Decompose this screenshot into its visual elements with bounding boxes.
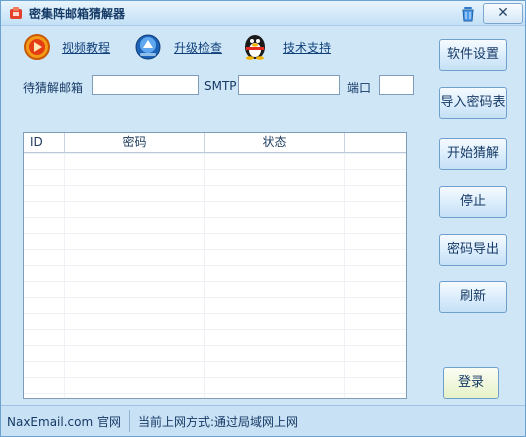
email-label: 待猜解邮箱 xyxy=(23,81,84,95)
link-tech-support[interactable]: 技术支持 xyxy=(283,39,331,56)
network-status: 当前上网方式:通过局域网上网 xyxy=(138,415,299,429)
upgrade-icon[interactable] xyxy=(134,33,162,61)
column-header-password[interactable]: 密码 xyxy=(65,133,205,152)
stop-button[interactable]: 停止 xyxy=(439,186,507,218)
export-passwords-button[interactable]: 密码导出 xyxy=(439,234,507,266)
qq-penguin-icon[interactable] xyxy=(241,32,269,60)
status-divider xyxy=(129,410,130,432)
column-divider xyxy=(344,153,345,398)
smtp-label: SMTP xyxy=(204,79,237,93)
smtp-input[interactable] xyxy=(238,75,340,95)
column-divider xyxy=(204,153,205,398)
column-header-extra[interactable] xyxy=(345,133,405,152)
trash-icon[interactable] xyxy=(459,5,477,23)
column-divider xyxy=(64,153,65,398)
software-settings-button[interactable]: 软件设置 xyxy=(439,39,507,71)
column-header-id[interactable]: ID xyxy=(24,133,65,152)
table-body xyxy=(24,153,406,398)
password-table[interactable]: ID 密码 状态 xyxy=(23,132,407,399)
table-header: ID 密码 状态 xyxy=(24,133,406,153)
site-link[interactable]: NaxEmail.com 官网 xyxy=(7,413,121,430)
close-button[interactable]: ✕ xyxy=(483,3,523,24)
column-header-status[interactable]: 状态 xyxy=(205,133,345,152)
title-bar: 密集阵邮箱猜解器 ✕ xyxy=(1,1,525,26)
app-window: 密集阵邮箱猜解器 ✕ 视频教程 升级检查 技术支持 待猜解邮箱 SMTP 端口 … xyxy=(0,0,526,437)
port-label: 端口 xyxy=(347,81,372,95)
start-crack-button[interactable]: 开始猜解 xyxy=(439,138,507,170)
login-button[interactable]: 登录 xyxy=(443,367,499,399)
port-input[interactable] xyxy=(379,75,414,95)
window-title: 密集阵邮箱猜解器 xyxy=(29,7,126,21)
app-icon xyxy=(10,7,22,19)
status-bar: NaxEmail.com 官网 当前上网方式:通过局域网上网 xyxy=(1,405,525,436)
play-icon[interactable] xyxy=(23,33,51,61)
link-upgrade-check[interactable]: 升级检查 xyxy=(174,39,222,56)
email-input[interactable] xyxy=(92,75,199,95)
link-video-tutorial[interactable]: 视频教程 xyxy=(62,39,110,56)
refresh-button[interactable]: 刷新 xyxy=(439,281,507,313)
import-password-list-button[interactable]: 导入密码表 xyxy=(439,87,507,119)
